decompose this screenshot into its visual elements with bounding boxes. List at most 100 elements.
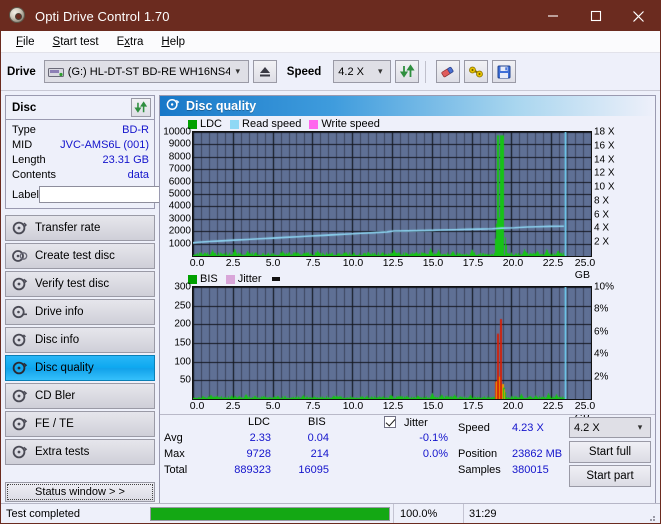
sidebar-item-fe-te[interactable]: FE / TE <box>5 411 155 437</box>
ldc-y-tick: 7000 <box>169 164 191 175</box>
status-window-button[interactable]: Status window > > <box>5 482 155 502</box>
sidebar-item-verify-test-disc[interactable]: Verify test disc <box>5 271 155 297</box>
stats-samples-label: Samples <box>458 464 501 476</box>
ldc-chart: LDC Read speed Write speed 1000200030004… <box>160 116 655 271</box>
ldc-y2-axis: 2 X4 X6 X8 X10 X12 X14 X16 X18 X <box>592 131 626 257</box>
ldc-x-tick: 17.5 <box>463 257 483 269</box>
progress-fill <box>151 508 389 520</box>
disc-label-key: Label <box>12 189 39 201</box>
sidebar-item-drive-info[interactable]: Drive info <box>5 299 155 325</box>
disc-panel-header: Disc <box>6 96 154 120</box>
drive-info-icon <box>12 305 28 319</box>
sidebar-nav: Transfer rate Create test disc Verify te… <box>5 215 155 465</box>
erase-button[interactable] <box>436 60 460 83</box>
disc-row-contents-key: Contents <box>12 168 56 183</box>
save-icon <box>497 65 511 79</box>
test-speed-select[interactable]: 4.2 X ▾ <box>569 417 651 438</box>
main-content: Disc Type BD-R MID JVC- <box>1 91 660 505</box>
sidebar-item-disc-info-label: Disc info <box>35 334 79 346</box>
bis-x-axis: 0.02.55.07.510.012.515.017.520.022.525.0… <box>193 400 593 414</box>
sidebar-item-create-test-disc[interactable]: Create test disc <box>5 243 155 269</box>
start-part-button[interactable]: Start part <box>569 465 651 487</box>
menu-start-test-label: tart test <box>60 36 98 48</box>
maximize-button[interactable] <box>574 1 617 31</box>
drive-label: Drive <box>7 66 36 78</box>
menu-start-test[interactable]: Start test <box>44 34 108 50</box>
keys-button[interactable] <box>464 60 488 83</box>
progress-percent: 100.0% <box>393 504 463 524</box>
speed-select[interactable]: 4.2 X ▾ <box>333 60 391 83</box>
menu-file[interactable]: File <box>7 34 44 50</box>
jitter-label: Jitter <box>404 417 428 429</box>
jitter-checkbox[interactable] <box>384 416 396 429</box>
disc-panel-title: Disc <box>12 102 36 114</box>
resize-grip[interactable] <box>647 510 657 520</box>
speed-value: 4.2 X <box>338 66 372 78</box>
start-full-button[interactable]: Start full <box>569 441 651 463</box>
save-button[interactable] <box>492 60 516 83</box>
refresh-button[interactable] <box>395 60 419 83</box>
stats-speed-label: Speed <box>458 422 490 434</box>
disc-test-icon <box>12 221 28 235</box>
legend-bis-label: BIS <box>200 273 218 285</box>
bis-y2-tick: 2% <box>594 371 608 382</box>
progress-bar <box>150 507 390 521</box>
ldc-y-axis: 1000200030004000500060007000800090001000… <box>160 131 192 257</box>
ldc-x-tick: 12.5 <box>383 257 403 269</box>
ldc-x-tick: 7.5 <box>306 257 321 269</box>
stats-bis-total: 16095 <box>289 464 329 476</box>
ldc-y-tick: 1000 <box>169 238 191 249</box>
sidebar-item-transfer-rate[interactable]: Transfer rate <box>5 215 155 241</box>
close-button[interactable] <box>617 1 660 31</box>
drive-value: (G:) HL-DT-ST BD-RE WH16NS48 1.D3 <box>68 66 230 78</box>
disc-row-mid-value: JVC-AMS6L (001) <box>60 138 149 153</box>
drive-select[interactable]: (G:) HL-DT-ST BD-RE WH16NS48 1.D3 ▾ <box>44 60 249 83</box>
ldc-x-tick: 5.0 <box>266 257 281 269</box>
ldc-x-tick: 2.5 <box>226 257 241 269</box>
stats-row-max: Max <box>164 448 185 460</box>
toolbar: Drive (G:) HL-DT-ST BD-RE WH16NS48 1.D3 … <box>1 53 660 91</box>
window-title: Opti Drive Control 1.70 <box>35 9 170 24</box>
sidebar-item-extra-tests[interactable]: Extra tests <box>5 439 155 465</box>
application-window: Opti Drive Control 1.70 File Start test … <box>0 0 661 524</box>
bis-y2-tick: 10% <box>594 282 614 293</box>
bis-y-tick: 150 <box>174 338 191 349</box>
ldc-y2-tick: 18 X <box>594 127 615 138</box>
minimize-button[interactable] <box>531 1 574 31</box>
sidebar-item-cd-bler[interactable]: CD Bler <box>5 383 155 409</box>
bis-y2-tick: 8% <box>594 304 608 315</box>
elapsed-time: 31:29 <box>463 504 660 524</box>
bis-x-tick: 20.0 <box>503 400 523 412</box>
menu-help[interactable]: Help <box>152 34 194 50</box>
ldc-x-tick: 15.0 <box>423 257 443 269</box>
bis-y2-axis: 2%4%6%8%10% <box>592 286 626 400</box>
ldc-y2-tick: 2 X <box>594 237 609 248</box>
bis-y2-tick: 6% <box>594 326 608 337</box>
stats-ldc-max: 9728 <box>235 448 271 460</box>
disc-rows: Type BD-R MID JVC-AMS6L (001) Length 23.… <box>6 120 154 208</box>
bis-x-tick: 15.0 <box>423 400 443 412</box>
ldc-x-tick: 10.0 <box>343 257 363 269</box>
disc-refresh-button[interactable] <box>131 98 151 117</box>
disc-info-icon <box>12 333 28 347</box>
ldc-y2-tick: 10 X <box>594 182 615 193</box>
legend-marker-icon <box>272 277 280 281</box>
ldc-y2-tick: 14 X <box>594 154 615 165</box>
disc-row-mid: MID JVC-AMS6L (001) <box>12 138 149 153</box>
status-message: Test completed <box>1 504 147 524</box>
disc-row-type: Type BD-R <box>12 123 149 138</box>
sidebar-item-disc-quality[interactable]: Disc quality <box>5 355 155 381</box>
test-speed-value: 4.2 X <box>574 422 632 434</box>
bis-y-axis: 50100150200250300 <box>160 286 192 400</box>
bis-x-tick: 12.5 <box>383 400 403 412</box>
disc-row-length: Length 23.31 GB <box>12 153 149 168</box>
menu-extra[interactable]: Extra <box>108 34 153 50</box>
sidebar-item-disc-info[interactable]: Disc info <box>5 327 155 353</box>
eject-button[interactable] <box>253 60 277 83</box>
ldc-plot-area <box>192 131 592 257</box>
speed-label: Speed <box>287 66 322 78</box>
stats-col-bis: BIS <box>308 416 326 428</box>
legend-swatch-jitter <box>226 275 235 284</box>
stats-position-value: 23862 MB <box>512 448 562 460</box>
sidebar-item-drive-info-label: Drive info <box>35 306 84 318</box>
